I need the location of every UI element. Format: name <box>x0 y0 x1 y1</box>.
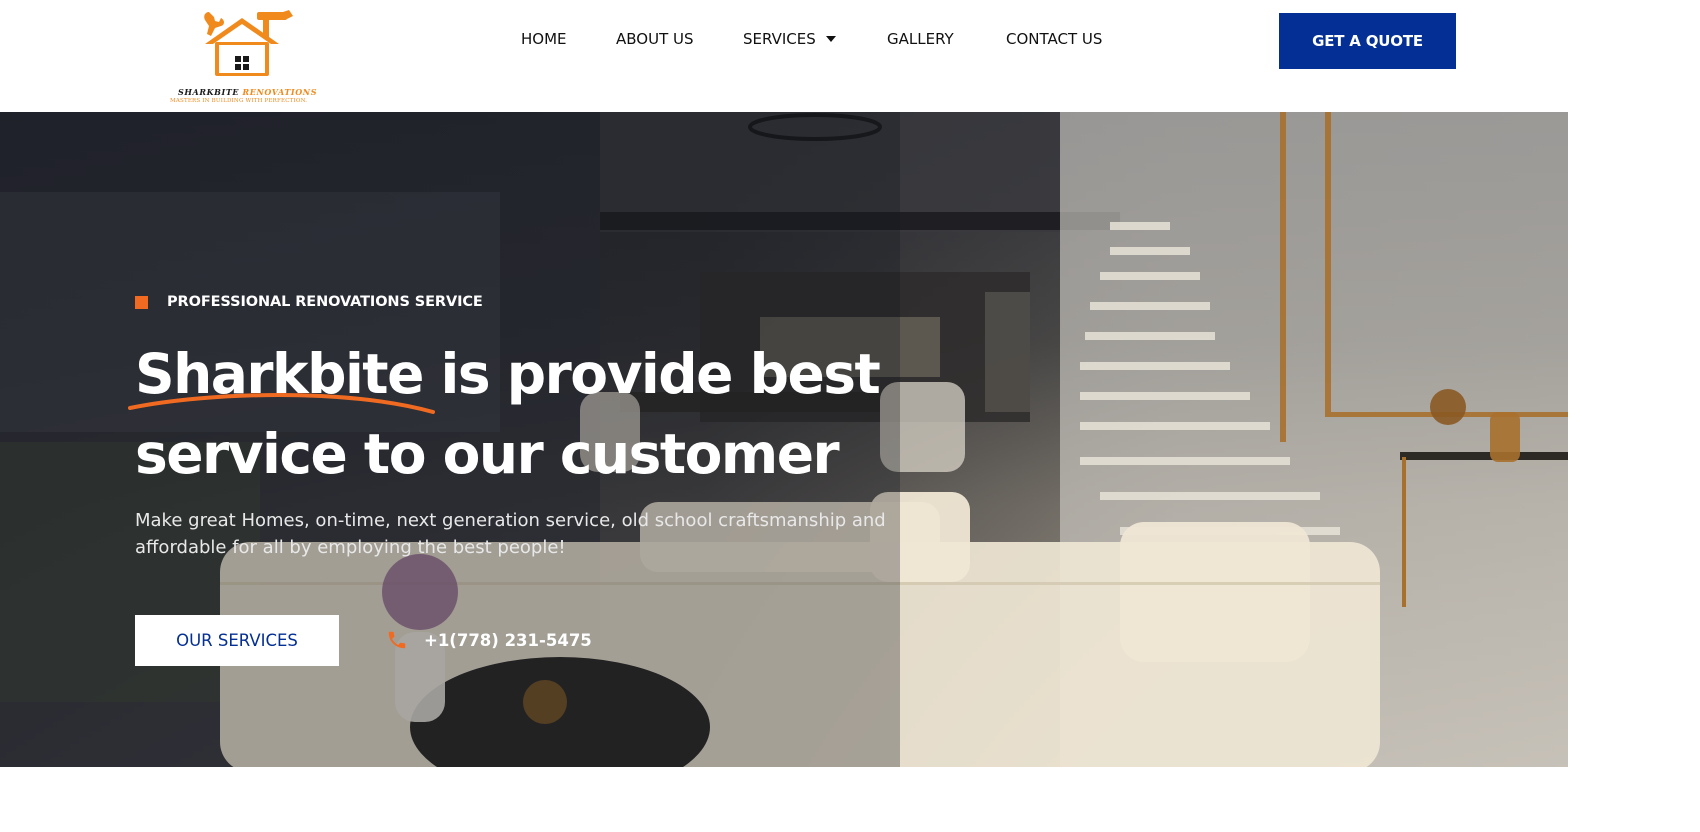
headline-underline-swoosh <box>128 393 435 414</box>
nav-home[interactable]: HOME <box>521 30 567 50</box>
logo-brand-part1: SHARKBITE <box>178 87 240 97</box>
hero-eyebrow: PROFESSIONAL RENOVATIONS SERVICE <box>135 294 483 310</box>
logo-brand-text: SHARKBITE RENOVATIONS <box>178 87 317 97</box>
headline-rest-line1: is provide best <box>422 342 881 406</box>
nav-about-us[interactable]: ABOUT US <box>616 30 694 50</box>
eyebrow-text: PROFESSIONAL RENOVATIONS SERVICE <box>167 294 483 310</box>
nav-gallery-label: GALLERY <box>887 30 954 48</box>
nav-contact-us[interactable]: CONTACT US <box>1006 30 1102 50</box>
nav-home-label: HOME <box>521 30 567 48</box>
hero-subtext: Make great Homes, on-time, next generati… <box>135 510 886 558</box>
phone-icon <box>388 631 406 649</box>
nav-gallery[interactable]: GALLERY <box>887 30 954 50</box>
nav-services-label: SERVICES <box>743 30 816 48</box>
phone-number: +1(778) 231-5475 <box>424 630 592 650</box>
phone-link[interactable]: +1(778) 231-5475 <box>386 629 592 651</box>
house-tools-logo-icon <box>204 10 293 76</box>
headline-line2: service to our customer <box>135 422 840 486</box>
nav-services[interactable]: SERVICES <box>743 30 836 50</box>
logo-brand-part2: RENOVATIONS <box>242 87 318 97</box>
logo-tagline: MASTERS IN BUILDING WITH PERFECTION. <box>170 98 308 104</box>
site-header: SHARKBITE RENOVATIONS MASTERS IN BUILDIN… <box>0 0 1568 112</box>
orange-square-icon <box>135 295 148 309</box>
nav-about-label: ABOUT US <box>616 30 694 48</box>
our-services-button[interactable]: OUR SERVICES <box>135 615 339 666</box>
get-a-quote-button[interactable]: GET A QUOTE <box>1279 13 1456 69</box>
nav-contact-label: CONTACT US <box>1006 30 1103 48</box>
hero-section: PROFESSIONAL RENOVATIONS SERVICE Sharkbi… <box>0 112 1568 767</box>
caret-down-icon <box>825 36 836 42</box>
logo[interactable]: SHARKBITE RENOVATIONS MASTERS IN BUILDIN… <box>165 6 335 104</box>
